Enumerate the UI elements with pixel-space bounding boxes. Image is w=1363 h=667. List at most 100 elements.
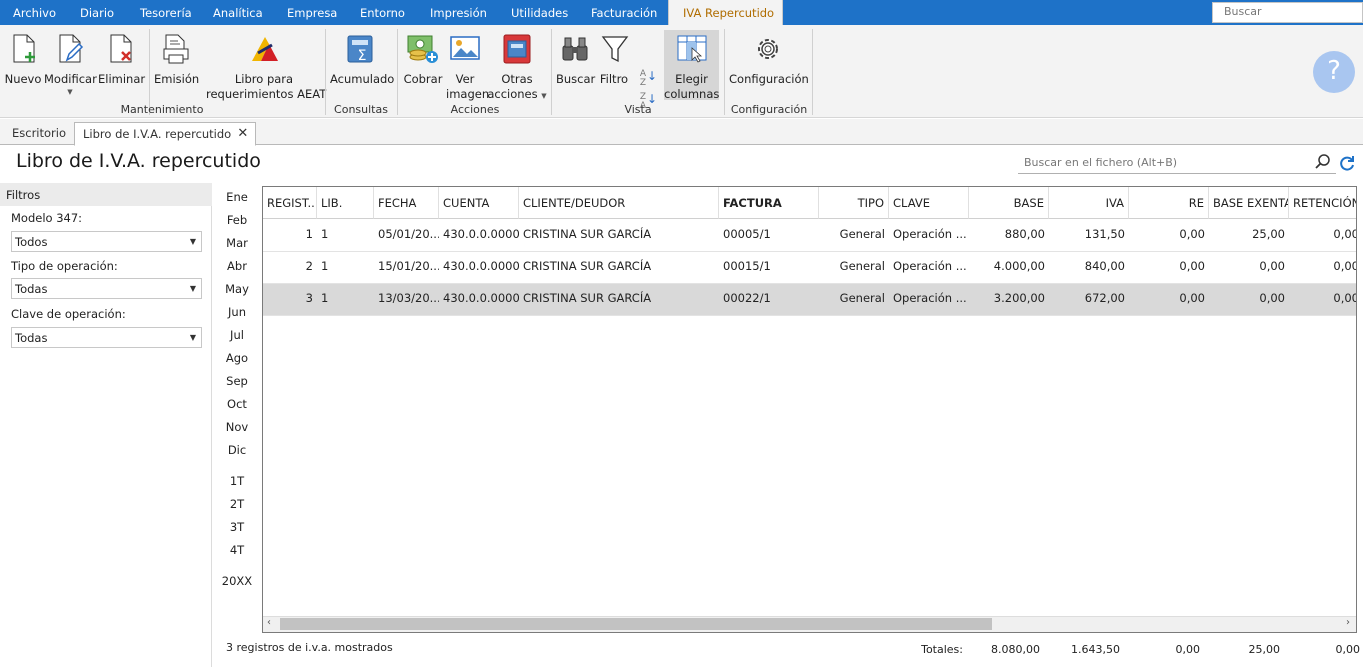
menu-entorno[interactable]: Entorno [360, 0, 405, 25]
col-header-clave[interactable]: CLAVE [889, 187, 969, 219]
period-nov[interactable]: Nov [220, 420, 254, 434]
cell-fecha: 13/03/20... [378, 291, 439, 305]
tab-escritorio[interactable]: Escritorio [4, 122, 74, 145]
elegir-columnas-label-2: columnas [664, 87, 720, 101]
acumulado-label: Acumulado [330, 72, 395, 86]
period-ene[interactable]: Ene [220, 190, 254, 204]
global-search-input[interactable]: Buscar [1212, 2, 1363, 23]
cell-cliente: CRISTINA SUR GARCÍA [523, 259, 652, 273]
search-icon[interactable] [1314, 153, 1332, 171]
period-2t[interactable]: 2T [220, 497, 254, 511]
scroll-left-icon[interactable]: ‹ [267, 617, 271, 628]
sort-az-arrow-icon: ↓ [647, 69, 658, 83]
period-3t[interactable]: 3T [220, 520, 254, 534]
ver-imagen-label-2: imagen [446, 87, 490, 101]
modificar-dropdown-icon: ▼ [67, 88, 73, 96]
menu-facturacion[interactable]: Facturación [591, 0, 657, 25]
help-icon[interactable]: ? [1313, 51, 1355, 93]
ribbon-separator [812, 29, 813, 115]
cell-clave: Operación ... [893, 227, 967, 241]
menu-iva-repercutido[interactable]: IVA Repercutido [668, 0, 783, 25]
scrollbar-thumb[interactable] [280, 618, 992, 630]
otras-acciones-button[interactable]: Otras acciones ▼ [487, 31, 547, 101]
elegir-columnas-button[interactable]: Elegir columnas [664, 30, 720, 101]
image-icon [450, 36, 480, 60]
col-header-re[interactable]: RE [1129, 187, 1209, 219]
acumulado-button[interactable]: Σ Acumulado [330, 31, 395, 101]
filtro-button[interactable]: Filtro [596, 31, 632, 101]
period-year[interactable]: 20XX [220, 574, 254, 588]
period-jun[interactable]: Jun [220, 305, 254, 319]
period-may[interactable]: May [220, 282, 254, 296]
period-abr[interactable]: Abr [220, 259, 254, 273]
menu-archivo[interactable]: Archivo [13, 0, 56, 25]
cell-iva: 131,50 [1084, 227, 1125, 241]
col-header-factura[interactable]: FACTURA [719, 187, 819, 219]
col-header-registro[interactable]: REGIST... [263, 187, 317, 219]
col-header-retencion[interactable]: RETENCIÓN [1289, 187, 1356, 219]
period-oct[interactable]: Oct [220, 397, 254, 411]
col-header-base-exenta[interactable]: BASE EXENTA [1209, 187, 1289, 219]
period-1t[interactable]: 1T [220, 474, 254, 488]
cell-retencion: 0,00 [1333, 291, 1357, 305]
file-search-input[interactable]: Buscar en el fichero (Alt+B) [1018, 150, 1336, 174]
group-configuracion-label: Configuración [730, 103, 808, 116]
configuracion-button[interactable]: Configuración [729, 31, 809, 101]
menu-utilidades[interactable]: Utilidades [511, 0, 568, 25]
menu-diario[interactable]: Diario [80, 0, 114, 25]
cobrar-button[interactable]: Cobrar [402, 31, 444, 101]
cell-factura: 00022/1 [723, 291, 771, 305]
ribbon-separator [551, 29, 552, 115]
eliminar-button[interactable]: Eliminar [98, 31, 145, 101]
emision-button[interactable]: Emisión [154, 31, 199, 101]
period-jul[interactable]: Jul [220, 328, 254, 342]
ribbon-separator [724, 29, 725, 115]
ver-imagen-button[interactable]: Ver imagen [446, 31, 490, 101]
modificar-button[interactable]: Modificar ▼ [44, 31, 97, 101]
col-header-iva[interactable]: IVA [1049, 187, 1129, 219]
col-header-fecha[interactable]: FECHA [374, 187, 439, 219]
period-ago[interactable]: Ago [220, 351, 254, 365]
document-tabs: Escritorio Libro de I.V.A. repercutido ✕ [0, 119, 1363, 146]
period-4t[interactable]: 4T [220, 543, 254, 557]
close-tab-icon[interactable]: ✕ [237, 123, 248, 145]
book-stack-icon [503, 34, 531, 64]
scroll-right-icon[interactable]: › [1346, 617, 1350, 628]
col-header-cuenta[interactable]: CUENTA [439, 187, 519, 219]
menu-empresa[interactable]: Empresa [287, 0, 337, 25]
tipo-operacion-label: Tipo de operación: [11, 259, 118, 273]
tab-libro-iva-repercutido[interactable]: Libro de I.V.A. repercutido ✕ [74, 122, 257, 146]
chevron-down-icon: ▼ [189, 237, 196, 246]
chevron-down-icon: ▼ [189, 284, 196, 293]
col-header-base[interactable]: BASE [969, 187, 1049, 219]
menu-tesoreria[interactable]: Tesorería [140, 0, 192, 25]
aeat-logo-icon [252, 37, 278, 61]
nuevo-button[interactable]: Nuevo [4, 31, 42, 101]
tipo-operacion-select[interactable]: Todas ▼ [11, 278, 202, 299]
cell-clave: Operación ... [893, 291, 967, 305]
period-feb[interactable]: Feb [220, 213, 254, 227]
filtro-label: Filtro [599, 72, 629, 86]
period-mar[interactable]: Mar [220, 236, 254, 250]
period-dic[interactable]: Dic [220, 443, 254, 457]
period-sep[interactable]: Sep [220, 374, 254, 388]
menu-analitica[interactable]: Analítica [213, 0, 263, 25]
menu-impresion[interactable]: Impresión [430, 0, 487, 25]
clave-operacion-select[interactable]: Todas ▼ [11, 327, 202, 348]
tipo-operacion-value: Todas [15, 282, 48, 296]
refresh-icon[interactable] [1338, 154, 1356, 172]
new-document-icon [13, 34, 35, 63]
libro-aeat-button[interactable]: Libro para requerimientos AEAT [206, 31, 326, 101]
menu-bar: Archivo Diario Tesorería Analítica Empre… [0, 0, 1363, 25]
cell-base-exenta: 0,00 [1259, 259, 1285, 273]
col-header-tipo[interactable]: TIPO [819, 187, 889, 219]
modelo-347-select[interactable]: Todos ▼ [11, 231, 202, 252]
cell-base: 3.200,00 [993, 291, 1045, 305]
col-header-cliente[interactable]: CLIENTE/DEUDOR [519, 187, 719, 219]
buscar-button[interactable]: Buscar [556, 31, 595, 101]
total-iva: 1.643,50 [1071, 643, 1120, 656]
libro-aeat-label-1: Libro para [234, 72, 294, 86]
col-header-lib[interactable]: LIB. [317, 187, 374, 219]
cell-cliente: CRISTINA SUR GARCÍA [523, 227, 652, 241]
filters-panel [0, 183, 212, 667]
